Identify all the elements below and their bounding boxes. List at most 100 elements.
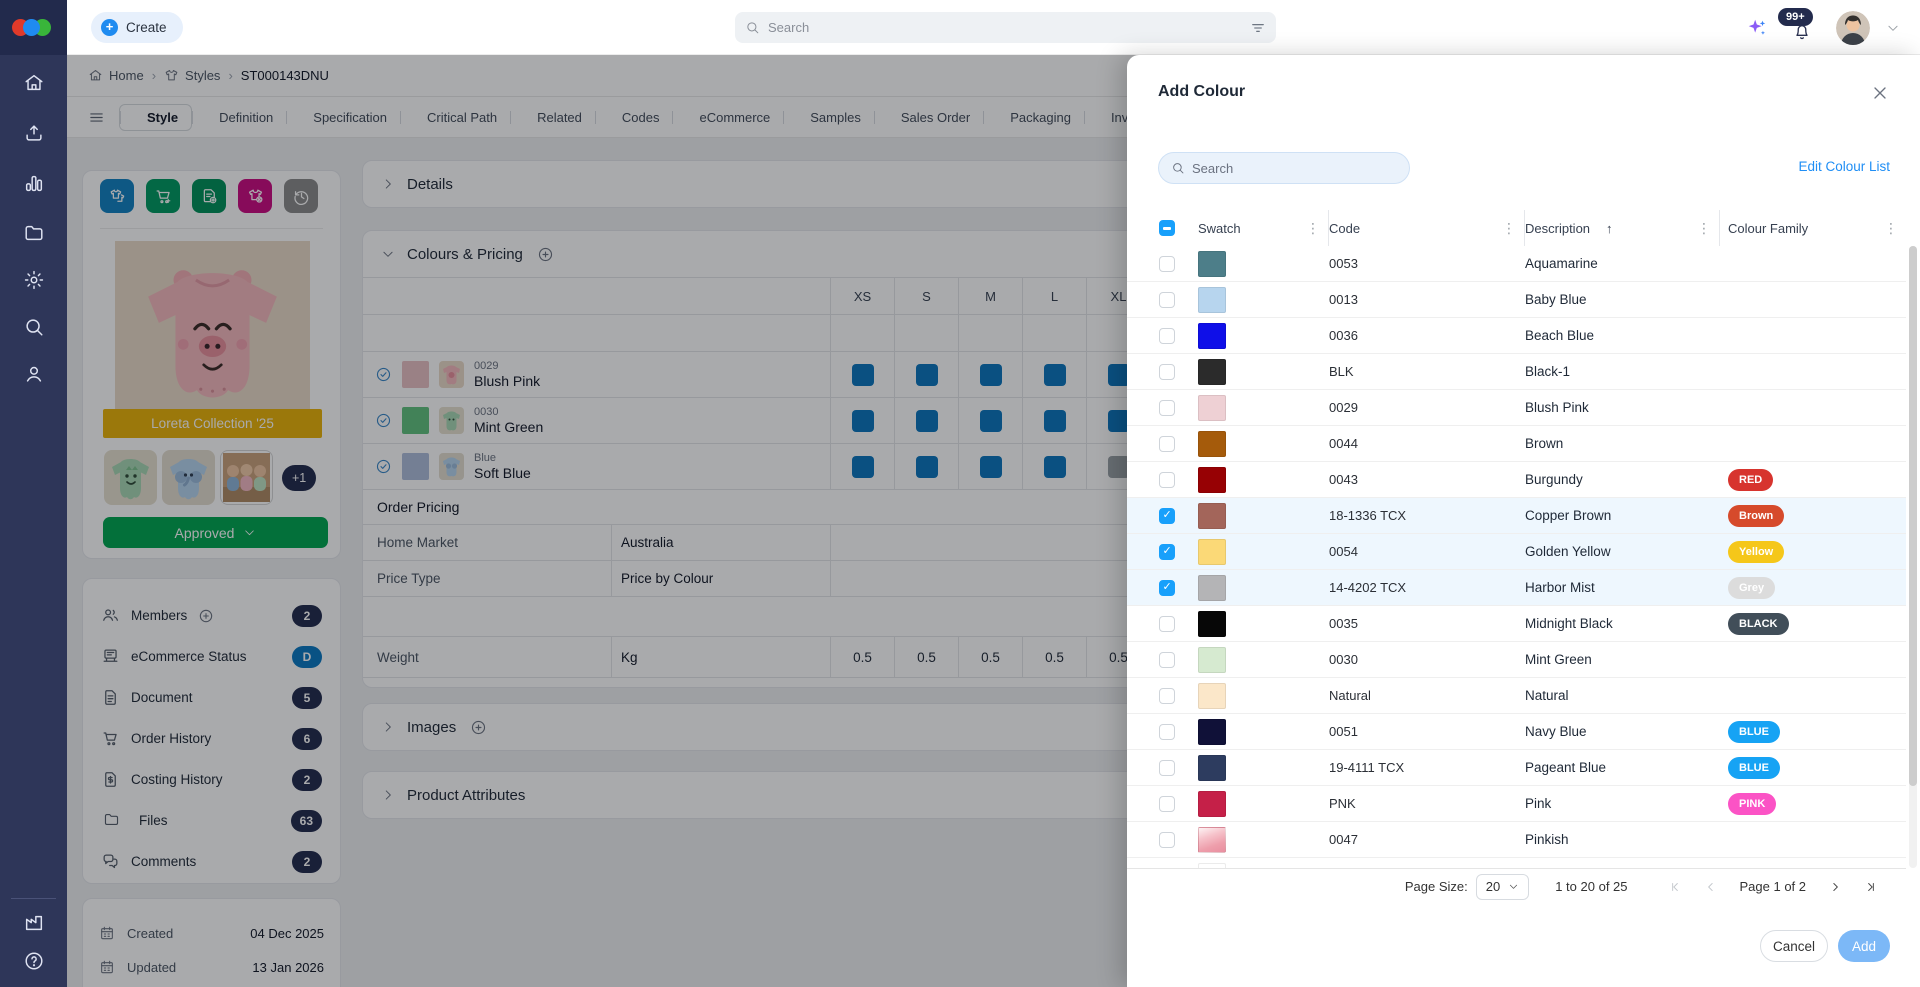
row-checkbox[interactable] [1159,616,1175,632]
global-search[interactable] [735,12,1276,43]
sidebar-divider [11,898,56,899]
colour-table-row[interactable]: 0029 Blush Pink [1127,390,1906,426]
column-menu-icon[interactable]: ⋮ [1876,220,1906,237]
chevron-down-icon[interactable] [1886,21,1900,35]
row-checkbox[interactable] [1159,436,1175,452]
app-window: + Create 99+ Home › Style [0,0,1920,987]
row-checkbox[interactable] [1159,688,1175,704]
colour-table-row[interactable]: 0036 Beach Blue [1127,318,1906,354]
row-checkbox[interactable] [1159,328,1175,344]
colour-swatch [1198,467,1226,493]
colour-table-row[interactable]: Natural Natural [1127,678,1906,714]
colour-table-row[interactable]: 14-4202 TCX Harbor Mist Grey [1127,570,1906,606]
row-checkbox[interactable] [1159,544,1175,560]
colour-search[interactable] [1158,152,1410,184]
colour-table-row[interactable]: 18-1336 TCX Copper Brown Brown [1127,498,1906,534]
colour-family-badge: RED [1728,469,1773,491]
factory-icon[interactable] [23,912,45,934]
colour-table-row[interactable]: 0035 Midnight Black BLACK [1127,606,1906,642]
help-icon[interactable] [23,950,45,972]
colour-swatch [1198,395,1226,421]
row-checkbox[interactable] [1159,832,1175,848]
colour-swatch [1198,431,1226,457]
colour-swatch [1198,359,1226,385]
row-checkbox[interactable] [1159,256,1175,272]
colour-swatch [1198,647,1226,673]
search-icon [745,20,760,35]
colour-swatch [1198,755,1226,781]
colour-search-input[interactable] [1192,161,1397,176]
row-checkbox[interactable] [1159,400,1175,416]
column-menu-icon[interactable]: ⋮ [1494,220,1524,237]
panel-title: Add Colour [1158,83,1245,101]
cancel-button[interactable]: Cancel [1760,930,1828,962]
notifications-bell[interactable]: 99+ [1784,10,1820,46]
app-logo[interactable] [0,0,67,55]
search-icon[interactable] [23,316,45,338]
row-checkbox[interactable] [1159,292,1175,308]
sort-ascending-icon[interactable]: ↑ [1606,221,1613,236]
sidebar [0,0,67,987]
colour-table-header: Swatch⋮ Code⋮ Description↑⋮ Colour Famil… [1139,210,1906,246]
page-indicator: Page 1 of 2 [1740,879,1807,894]
colour-table-row[interactable]: 0054 Golden Yellow Yellow [1127,534,1906,570]
row-checkbox[interactable] [1159,760,1175,776]
folder-icon[interactable] [23,222,45,244]
ai-sparkle-icon[interactable] [1746,17,1768,39]
colour-table-row[interactable]: 0043 Burgundy RED [1127,462,1906,498]
add-colour-panel: Add Colour Edit Colour List Swatch⋮ Code… [1127,55,1920,987]
colour-table-row[interactable]: 0052 Rainbow [1127,858,1906,868]
create-button[interactable]: + Create [91,12,183,43]
analytics-icon[interactable] [23,172,45,194]
colour-swatch [1198,503,1226,529]
colour-table-row[interactable]: 0053 Aquamarine [1127,246,1906,282]
global-search-input[interactable] [768,20,1242,35]
colour-table-row[interactable]: 0044 Brown [1127,426,1906,462]
first-page-button[interactable] [1668,880,1682,894]
colour-family-badge: Grey [1728,577,1775,599]
settings-icon[interactable] [23,269,45,291]
last-page-button[interactable] [1864,880,1878,894]
previous-page-button[interactable] [1704,880,1718,894]
row-checkbox[interactable] [1159,364,1175,380]
row-checkbox[interactable] [1159,472,1175,488]
filter-icon[interactable] [1250,20,1266,36]
colour-table-row[interactable]: BLK Black-1 [1127,354,1906,390]
colour-swatch [1198,575,1226,601]
close-icon[interactable] [1870,83,1890,103]
home-icon[interactable] [23,72,45,94]
upload-icon[interactable] [23,122,45,144]
row-checkbox[interactable] [1159,724,1175,740]
colour-swatch [1198,539,1226,565]
pagination-bar: Page Size: 20 1 to 20 of 25 Page 1 of 2 [1127,868,1906,904]
colour-table-row[interactable]: 0013 Baby Blue [1127,282,1906,318]
row-checkbox[interactable] [1159,508,1175,524]
colour-swatch [1198,683,1226,709]
create-label: Create [126,20,167,35]
row-checkbox[interactable] [1159,652,1175,668]
profile-icon[interactable] [23,363,45,385]
select-all-checkbox[interactable] [1159,220,1175,236]
colour-table-row[interactable]: 19-4111 TCX Pageant Blue BLUE [1127,750,1906,786]
user-avatar[interactable] [1836,11,1870,45]
scrollbar[interactable] [1909,246,1917,868]
page-size-select[interactable]: 20 [1476,874,1529,900]
edit-colour-list-link[interactable]: Edit Colour List [1798,159,1890,174]
column-menu-icon[interactable]: ⋮ [1689,220,1719,237]
add-button[interactable]: Add [1838,930,1890,962]
row-range-label: 1 to 20 of 25 [1555,879,1627,894]
colour-table-row[interactable]: 0030 Mint Green [1127,642,1906,678]
colour-table-row[interactable]: 0047 Pinkish [1127,822,1906,858]
colour-table-row[interactable]: PNK Pink PINK [1127,786,1906,822]
colour-family-badge: PINK [1728,793,1776,815]
colour-swatch [1198,287,1226,313]
row-checkbox[interactable] [1159,580,1175,596]
row-checkbox[interactable] [1159,796,1175,812]
scrollbar-thumb[interactable] [1909,246,1917,786]
page-size-label: Page Size: [1405,879,1468,894]
colour-table-row[interactable]: 0051 Navy Blue BLUE [1127,714,1906,750]
next-page-button[interactable] [1828,880,1842,894]
colour-family-badge: BLUE [1728,757,1780,779]
column-menu-icon[interactable]: ⋮ [1298,220,1328,237]
plus-icon: + [101,19,118,36]
